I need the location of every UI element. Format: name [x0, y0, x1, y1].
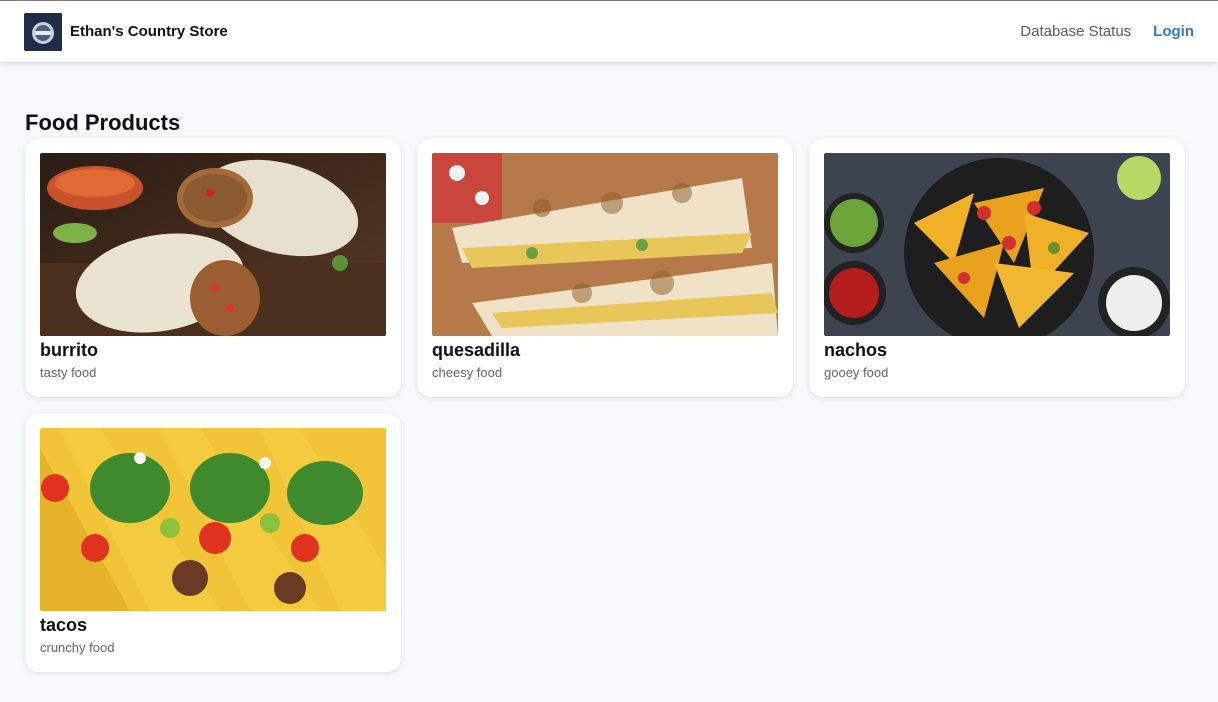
product-description: cheesy food: [432, 365, 503, 380]
product-card-burrito[interactable]: burrito tasty food: [25, 138, 401, 397]
brand-name[interactable]: Ethan's Country Store: [70, 23, 228, 40]
product-card-tacos[interactable]: tacos crunchy food: [25, 413, 401, 672]
product-name: quesadilla: [432, 340, 521, 360]
product-card-nachos[interactable]: nachos gooey food: [809, 138, 1185, 397]
nachos-photo: [824, 153, 1170, 336]
top-navbar: Ethan's Country Store Database Status Lo…: [0, 0, 1218, 62]
product-description: gooey food: [824, 365, 889, 380]
nav-links: Database Status Login: [1020, 23, 1194, 40]
product-description: crunchy food: [40, 640, 115, 655]
burrito-photo: [40, 153, 386, 336]
page-title: Food Products: [25, 110, 181, 135]
quesadilla-photo: [432, 153, 778, 336]
logo-image-icon: [24, 12, 62, 51]
store-logo[interactable]: [24, 12, 62, 51]
product-name: nachos: [824, 340, 888, 360]
product-name: tacos: [40, 615, 88, 635]
product-grid: burrito tasty food quesadilla cheesy foo…: [25, 138, 1185, 672]
product-card-quesadilla[interactable]: quesadilla cheesy food: [417, 138, 793, 397]
product-name: burrito: [40, 340, 98, 360]
login-link[interactable]: Login: [1153, 23, 1194, 40]
product-description: tasty food: [40, 365, 97, 380]
tacos-photo: [40, 428, 386, 611]
database-status-link[interactable]: Database Status: [1020, 23, 1131, 40]
